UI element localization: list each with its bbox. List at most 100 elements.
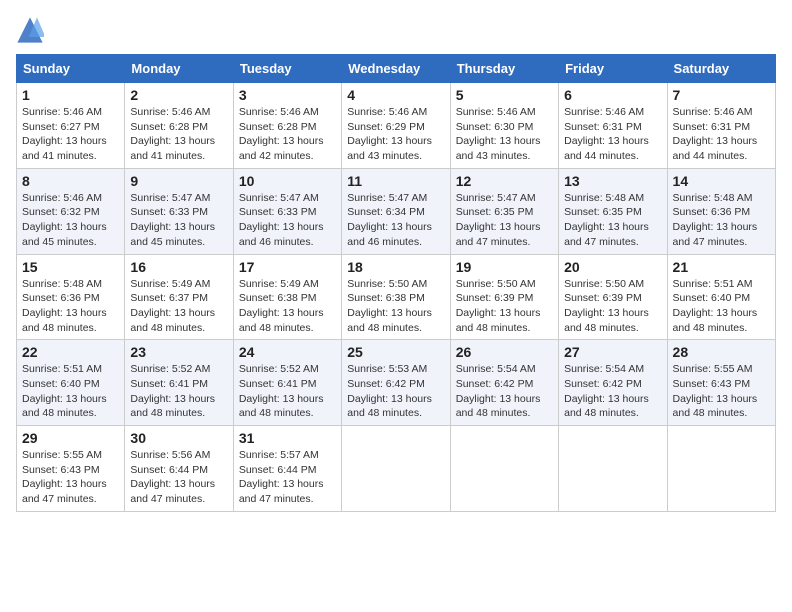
calendar-day-cell: 1 Sunrise: 5:46 AMSunset: 6:27 PMDayligh… — [17, 83, 125, 169]
day-number: 13 — [564, 173, 661, 189]
calendar-day-cell: 7 Sunrise: 5:46 AMSunset: 6:31 PMDayligh… — [667, 83, 775, 169]
calendar-day-cell: 3 Sunrise: 5:46 AMSunset: 6:28 PMDayligh… — [233, 83, 341, 169]
day-detail: Sunrise: 5:46 AMSunset: 6:28 PMDaylight:… — [130, 105, 227, 164]
calendar-day-cell: 29 Sunrise: 5:55 AMSunset: 6:43 PMDaylig… — [17, 426, 125, 512]
day-detail: Sunrise: 5:52 AMSunset: 6:41 PMDaylight:… — [239, 362, 336, 421]
day-detail: Sunrise: 5:46 AMSunset: 6:29 PMDaylight:… — [347, 105, 444, 164]
day-number: 24 — [239, 344, 336, 360]
day-number: 18 — [347, 259, 444, 275]
day-number: 4 — [347, 87, 444, 103]
day-detail: Sunrise: 5:50 AMSunset: 6:38 PMDaylight:… — [347, 277, 444, 336]
day-detail: Sunrise: 5:49 AMSunset: 6:38 PMDaylight:… — [239, 277, 336, 336]
day-number: 27 — [564, 344, 661, 360]
day-number: 23 — [130, 344, 227, 360]
day-detail: Sunrise: 5:54 AMSunset: 6:42 PMDaylight:… — [456, 362, 553, 421]
day-detail: Sunrise: 5:47 AMSunset: 6:35 PMDaylight:… — [456, 191, 553, 250]
calendar-table: SundayMondayTuesdayWednesdayThursdayFrid… — [16, 54, 776, 512]
calendar-week-row: 8 Sunrise: 5:46 AMSunset: 6:32 PMDayligh… — [17, 168, 776, 254]
weekday-header-wednesday: Wednesday — [342, 55, 450, 83]
day-detail: Sunrise: 5:52 AMSunset: 6:41 PMDaylight:… — [130, 362, 227, 421]
day-detail: Sunrise: 5:46 AMSunset: 6:32 PMDaylight:… — [22, 191, 119, 250]
day-number: 2 — [130, 87, 227, 103]
day-detail: Sunrise: 5:47 AMSunset: 6:33 PMDaylight:… — [130, 191, 227, 250]
calendar-day-cell: 30 Sunrise: 5:56 AMSunset: 6:44 PMDaylig… — [125, 426, 233, 512]
day-number: 16 — [130, 259, 227, 275]
logo-icon — [16, 16, 44, 44]
calendar-day-cell: 17 Sunrise: 5:49 AMSunset: 6:38 PMDaylig… — [233, 254, 341, 340]
day-detail: Sunrise: 5:49 AMSunset: 6:37 PMDaylight:… — [130, 277, 227, 336]
day-detail: Sunrise: 5:47 AMSunset: 6:34 PMDaylight:… — [347, 191, 444, 250]
empty-cell — [667, 426, 775, 512]
weekday-header-friday: Friday — [559, 55, 667, 83]
calendar-day-cell: 18 Sunrise: 5:50 AMSunset: 6:38 PMDaylig… — [342, 254, 450, 340]
weekday-header-tuesday: Tuesday — [233, 55, 341, 83]
calendar-day-cell: 23 Sunrise: 5:52 AMSunset: 6:41 PMDaylig… — [125, 340, 233, 426]
day-number: 11 — [347, 173, 444, 189]
day-detail: Sunrise: 5:54 AMSunset: 6:42 PMDaylight:… — [564, 362, 661, 421]
calendar-day-cell: 31 Sunrise: 5:57 AMSunset: 6:44 PMDaylig… — [233, 426, 341, 512]
calendar-day-cell: 4 Sunrise: 5:46 AMSunset: 6:29 PMDayligh… — [342, 83, 450, 169]
day-number: 19 — [456, 259, 553, 275]
day-number: 7 — [673, 87, 770, 103]
calendar-day-cell: 19 Sunrise: 5:50 AMSunset: 6:39 PMDaylig… — [450, 254, 558, 340]
calendar-body: 1 Sunrise: 5:46 AMSunset: 6:27 PMDayligh… — [17, 83, 776, 512]
calendar-day-cell: 14 Sunrise: 5:48 AMSunset: 6:36 PMDaylig… — [667, 168, 775, 254]
empty-cell — [450, 426, 558, 512]
day-number: 20 — [564, 259, 661, 275]
day-number: 28 — [673, 344, 770, 360]
calendar-day-cell: 13 Sunrise: 5:48 AMSunset: 6:35 PMDaylig… — [559, 168, 667, 254]
day-detail: Sunrise: 5:48 AMSunset: 6:36 PMDaylight:… — [22, 277, 119, 336]
calendar-day-cell: 21 Sunrise: 5:51 AMSunset: 6:40 PMDaylig… — [667, 254, 775, 340]
day-number: 15 — [22, 259, 119, 275]
day-number: 10 — [239, 173, 336, 189]
header — [16, 16, 776, 44]
day-number: 12 — [456, 173, 553, 189]
calendar-day-cell: 6 Sunrise: 5:46 AMSunset: 6:31 PMDayligh… — [559, 83, 667, 169]
day-number: 9 — [130, 173, 227, 189]
day-number: 17 — [239, 259, 336, 275]
calendar-week-row: 22 Sunrise: 5:51 AMSunset: 6:40 PMDaylig… — [17, 340, 776, 426]
calendar-day-cell: 2 Sunrise: 5:46 AMSunset: 6:28 PMDayligh… — [125, 83, 233, 169]
calendar-day-cell: 11 Sunrise: 5:47 AMSunset: 6:34 PMDaylig… — [342, 168, 450, 254]
day-detail: Sunrise: 5:50 AMSunset: 6:39 PMDaylight:… — [456, 277, 553, 336]
weekday-header-row: SundayMondayTuesdayWednesdayThursdayFrid… — [17, 55, 776, 83]
day-detail: Sunrise: 5:55 AMSunset: 6:43 PMDaylight:… — [673, 362, 770, 421]
day-detail: Sunrise: 5:50 AMSunset: 6:39 PMDaylight:… — [564, 277, 661, 336]
day-detail: Sunrise: 5:46 AMSunset: 6:28 PMDaylight:… — [239, 105, 336, 164]
calendar-week-row: 1 Sunrise: 5:46 AMSunset: 6:27 PMDayligh… — [17, 83, 776, 169]
day-number: 1 — [22, 87, 119, 103]
weekday-header-saturday: Saturday — [667, 55, 775, 83]
calendar-day-cell: 12 Sunrise: 5:47 AMSunset: 6:35 PMDaylig… — [450, 168, 558, 254]
day-number: 30 — [130, 430, 227, 446]
calendar-day-cell: 9 Sunrise: 5:47 AMSunset: 6:33 PMDayligh… — [125, 168, 233, 254]
calendar-week-row: 15 Sunrise: 5:48 AMSunset: 6:36 PMDaylig… — [17, 254, 776, 340]
weekday-header-sunday: Sunday — [17, 55, 125, 83]
day-number: 8 — [22, 173, 119, 189]
weekday-header-monday: Monday — [125, 55, 233, 83]
empty-cell — [559, 426, 667, 512]
calendar-day-cell: 28 Sunrise: 5:55 AMSunset: 6:43 PMDaylig… — [667, 340, 775, 426]
day-detail: Sunrise: 5:56 AMSunset: 6:44 PMDaylight:… — [130, 448, 227, 507]
calendar-day-cell: 10 Sunrise: 5:47 AMSunset: 6:33 PMDaylig… — [233, 168, 341, 254]
day-detail: Sunrise: 5:55 AMSunset: 6:43 PMDaylight:… — [22, 448, 119, 507]
calendar-day-cell: 27 Sunrise: 5:54 AMSunset: 6:42 PMDaylig… — [559, 340, 667, 426]
calendar-day-cell: 5 Sunrise: 5:46 AMSunset: 6:30 PMDayligh… — [450, 83, 558, 169]
day-number: 22 — [22, 344, 119, 360]
day-detail: Sunrise: 5:46 AMSunset: 6:31 PMDaylight:… — [564, 105, 661, 164]
logo — [16, 16, 48, 44]
calendar-day-cell: 16 Sunrise: 5:49 AMSunset: 6:37 PMDaylig… — [125, 254, 233, 340]
day-number: 29 — [22, 430, 119, 446]
calendar-day-cell: 20 Sunrise: 5:50 AMSunset: 6:39 PMDaylig… — [559, 254, 667, 340]
day-number: 26 — [456, 344, 553, 360]
day-number: 25 — [347, 344, 444, 360]
day-detail: Sunrise: 5:48 AMSunset: 6:35 PMDaylight:… — [564, 191, 661, 250]
calendar-day-cell: 25 Sunrise: 5:53 AMSunset: 6:42 PMDaylig… — [342, 340, 450, 426]
calendar-day-cell: 24 Sunrise: 5:52 AMSunset: 6:41 PMDaylig… — [233, 340, 341, 426]
weekday-header-thursday: Thursday — [450, 55, 558, 83]
day-number: 6 — [564, 87, 661, 103]
day-detail: Sunrise: 5:46 AMSunset: 6:31 PMDaylight:… — [673, 105, 770, 164]
day-detail: Sunrise: 5:47 AMSunset: 6:33 PMDaylight:… — [239, 191, 336, 250]
day-number: 21 — [673, 259, 770, 275]
empty-cell — [342, 426, 450, 512]
calendar-day-cell: 22 Sunrise: 5:51 AMSunset: 6:40 PMDaylig… — [17, 340, 125, 426]
